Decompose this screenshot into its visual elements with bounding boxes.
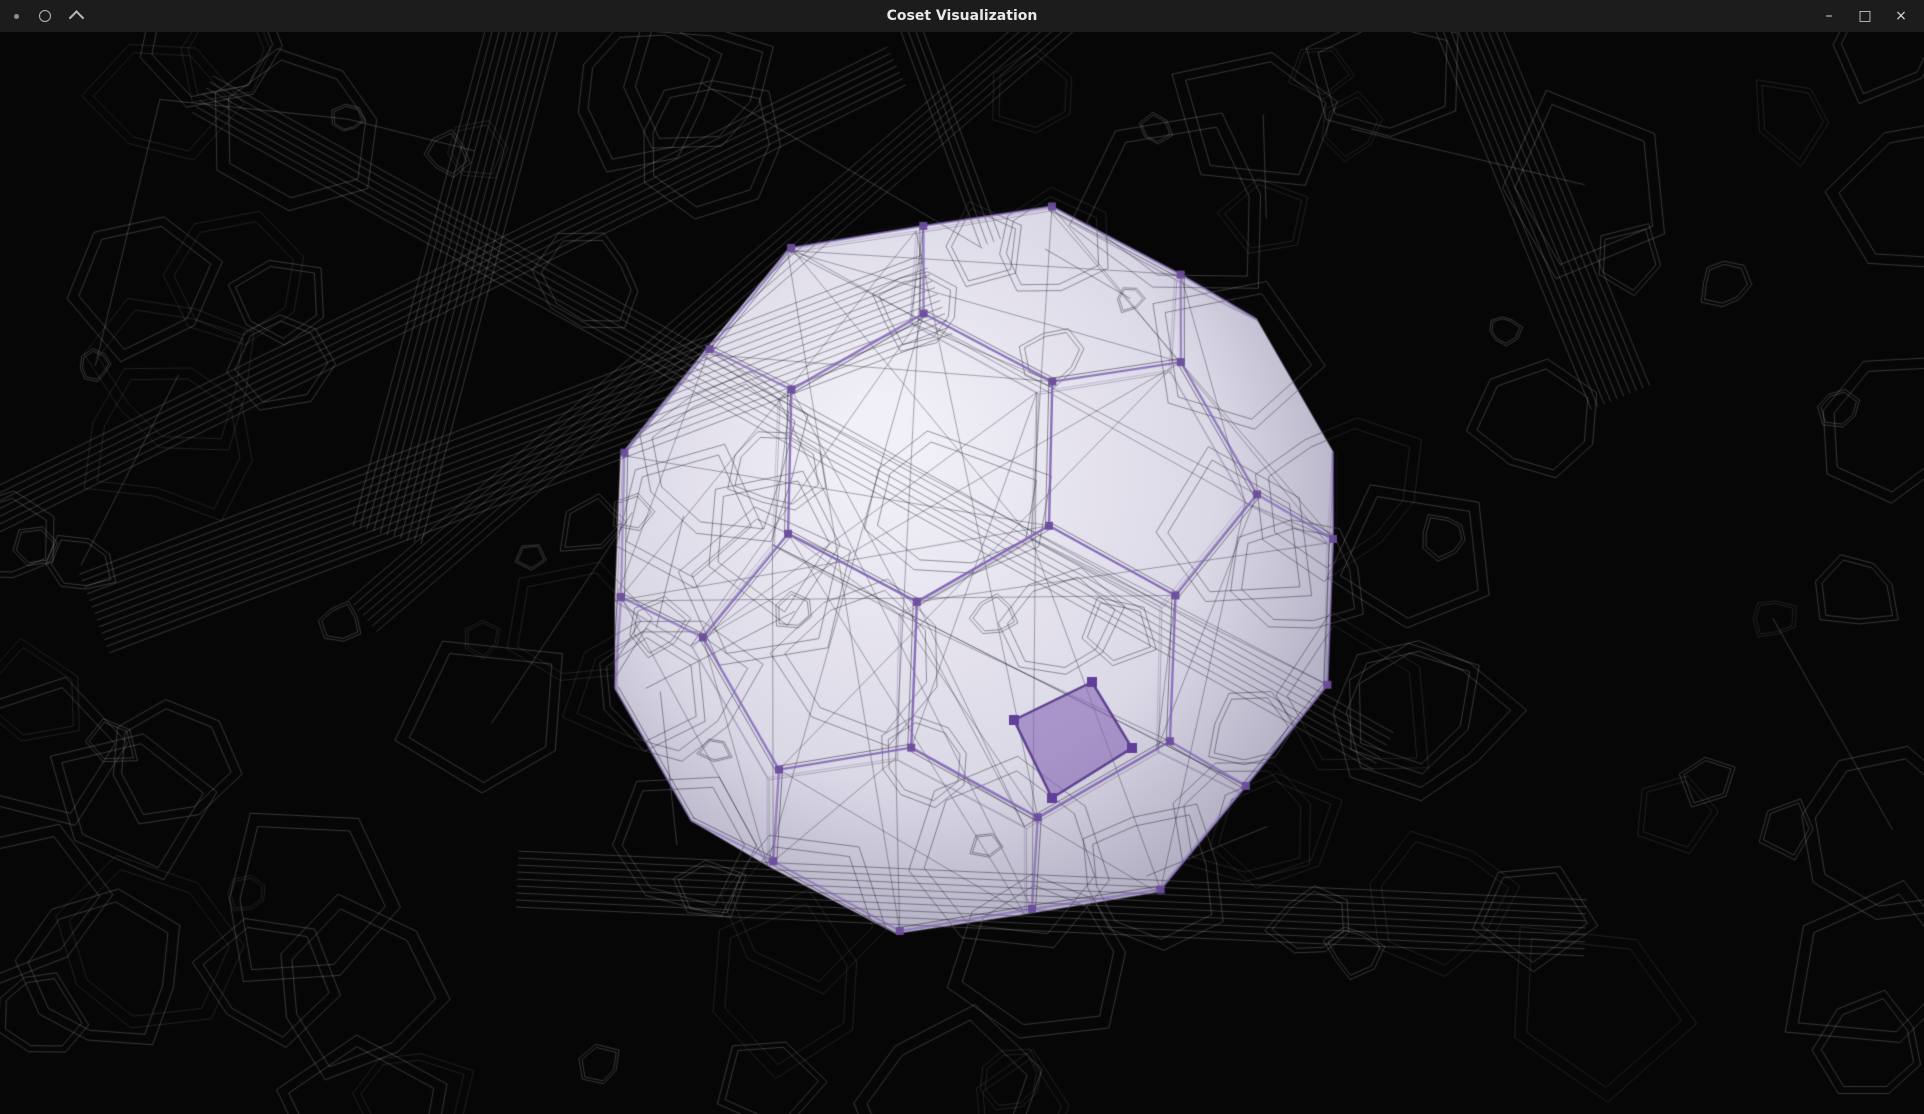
minimize-button[interactable]: – bbox=[1818, 5, 1840, 27]
titlebar-left-icons bbox=[0, 10, 82, 22]
app-window: Coset Visualization – □ × bbox=[0, 0, 1924, 1114]
window-title: Coset Visualization bbox=[0, 8, 1924, 24]
titlebar[interactable]: Coset Visualization – □ × bbox=[0, 0, 1924, 32]
maximize-button[interactable]: □ bbox=[1854, 5, 1876, 27]
chevron-up-icon[interactable] bbox=[69, 10, 85, 26]
window-controls: – □ × bbox=[1818, 5, 1924, 27]
circle-icon[interactable] bbox=[39, 10, 51, 22]
viewport-canvas[interactable] bbox=[0, 32, 1924, 1114]
close-button[interactable]: × bbox=[1890, 5, 1912, 27]
status-dot-icon bbox=[14, 14, 19, 19]
